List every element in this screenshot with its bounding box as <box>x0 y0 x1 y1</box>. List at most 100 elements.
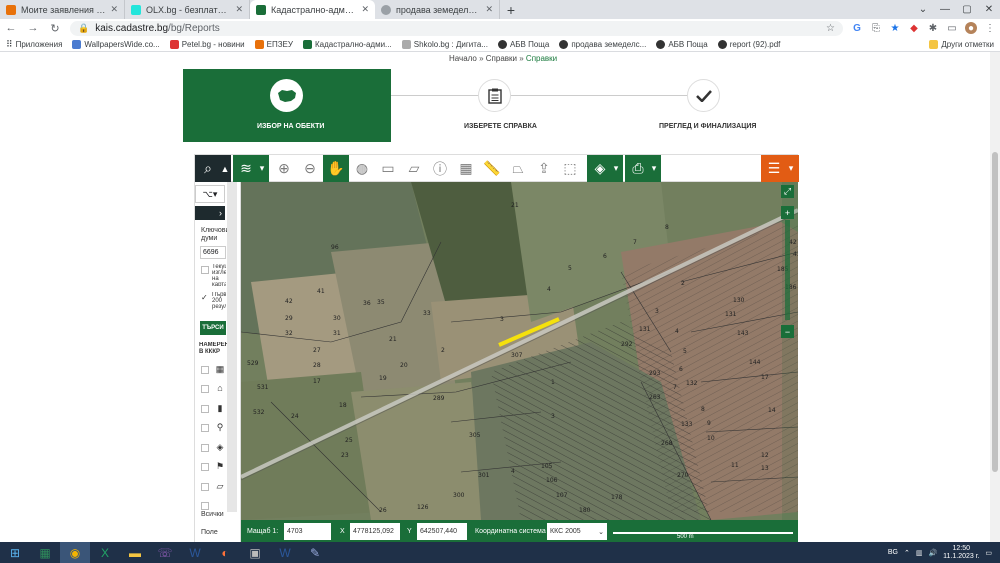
minimize-icon[interactable]: — <box>934 0 956 19</box>
tab-1[interactable]: OLX.bg - безплатни обяви ✕ <box>125 0 250 19</box>
building-home-icon[interactable]: ⌂ <box>214 383 226 393</box>
parcel-number-label[interactable]: 130 <box>733 297 744 304</box>
breadcrumb-reports[interactable]: Справки <box>486 54 517 63</box>
parcel-number-label[interactable]: 7 <box>633 239 637 246</box>
parcel-number-label[interactable]: 33 <box>423 310 431 317</box>
parcel-number-label[interactable]: 27 <box>313 347 321 354</box>
scale-input[interactable]: 4703 <box>284 523 331 540</box>
map-canvas[interactable]: 21 96 41 42 29 32 36 35 30 31 27 28 17 529 531 532 24 18 1… <box>241 182 798 542</box>
parcel-number-label[interactable]: 4 <box>547 286 551 293</box>
bookmark-item[interactable]: WallpapersWide.co... <box>72 39 160 49</box>
parcel-number-label[interactable]: 126 <box>417 504 428 511</box>
parcel-number-label[interactable]: 32 <box>285 330 293 337</box>
close-icon[interactable]: ✕ <box>485 4 493 15</box>
filter-checkbox[interactable] <box>201 424 209 432</box>
search-button[interactable]: ТЪРСИ <box>200 321 226 335</box>
bookmark-star-icon[interactable]: ☆ <box>826 23 835 34</box>
bookmark-item[interactable]: ЕПЗЕУ <box>254 39 293 49</box>
parcel-number-label[interactable]: 13 <box>761 465 769 472</box>
volume-icon[interactable]: 🔊 <box>928 549 937 557</box>
parcel-number-label[interactable]: 305 <box>469 432 480 439</box>
parcel-number-label[interactable]: 17 <box>313 378 321 385</box>
parcel-number-label[interactable]: 178 <box>611 494 622 501</box>
firefox-icon[interactable]: ◐ <box>210 542 240 563</box>
parcel-number-label[interactable]: 21 <box>511 202 519 209</box>
avatar[interactable]: ● <box>965 22 977 34</box>
bookmark-item[interactable]: report (92).pdf <box>717 39 780 49</box>
zoom-slider[interactable] <box>785 220 790 320</box>
parcel-number-label[interactable]: 3 <box>551 413 555 420</box>
parcel-number-label[interactable]: 2 <box>441 347 445 354</box>
parcel-number-label[interactable]: 30 <box>333 315 341 322</box>
parcel-number-label[interactable]: 529 <box>247 360 258 367</box>
checkmark-icon[interactable] <box>687 79 720 112</box>
info-icon[interactable]: ⓘ <box>427 155 453 182</box>
language-indicator[interactable]: BG <box>888 549 898 556</box>
close-icon[interactable]: ✕ <box>110 4 118 15</box>
maximize-icon[interactable]: ▢ <box>956 0 978 19</box>
parcel-number-label[interactable]: 18 <box>339 402 347 409</box>
parcel-number-label[interactable]: 5 <box>568 265 572 272</box>
parcel-number-label[interactable]: 17 <box>761 374 769 381</box>
parcel-number-label[interactable]: 268 <box>661 440 672 447</box>
panel-scrollbar[interactable] <box>227 182 237 512</box>
address-bar[interactable]: 🔒 kais.cadastre.bg/bg/Reports ☆ <box>70 20 843 36</box>
chrome-app-icon[interactable]: ◉ <box>60 542 90 563</box>
filter-checkbox[interactable] <box>201 385 209 393</box>
clipboard-icon[interactable] <box>478 79 511 112</box>
parcel-number-label[interactable]: 106 <box>546 477 557 484</box>
sidebar-icon[interactable]: ▭ <box>946 22 958 34</box>
paint-icon[interactable]: ✎ <box>300 542 330 563</box>
google-icon[interactable]: G <box>851 22 863 34</box>
parcel-number-label[interactable]: 26 <box>379 507 387 514</box>
fullscreen-icon[interactable]: ⤢ <box>781 185 794 198</box>
parcel-number-label[interactable]: 301 <box>478 472 489 479</box>
expand-panel-icon[interactable]: › <box>195 206 225 220</box>
scrollbar-thumb[interactable] <box>992 152 998 472</box>
select-area-icon[interactable]: ▱ <box>401 155 427 182</box>
word-icon[interactable]: W <box>270 542 300 563</box>
extension-icon[interactable]: ◆ <box>908 22 920 34</box>
notifications-icon[interactable]: ▭ <box>985 549 992 557</box>
filter-checkbox[interactable] <box>201 463 209 471</box>
current-view-checkbox[interactable] <box>201 266 209 274</box>
parcel-number-label[interactable]: 25 <box>345 437 353 444</box>
bookmark-item[interactable]: ⠿ Приложения <box>6 39 62 50</box>
parcel-number-label[interactable]: 24 <box>291 413 299 420</box>
parcel-number-label[interactable]: 143 <box>737 330 748 337</box>
filter-checkbox[interactable] <box>201 444 209 452</box>
new-tab-button[interactable]: + <box>500 0 522 19</box>
filter-checkbox[interactable] <box>201 366 209 374</box>
parcel-number-label[interactable]: 270 <box>677 472 688 479</box>
close-icon[interactable]: ✕ <box>235 4 243 15</box>
parcel-number-label[interactable]: 292 <box>621 341 632 348</box>
parcel-number-label[interactable]: 144 <box>749 359 760 366</box>
parcel-number-label[interactable]: 5 <box>683 348 687 355</box>
boundary-point-icon[interactable]: ⚑ <box>214 461 226 472</box>
puzzle-icon[interactable]: ✱ <box>927 22 939 34</box>
menu-icon[interactable]: ⋮ <box>984 22 996 34</box>
zoom-out-icon[interactable]: − <box>781 325 794 338</box>
excel-icon[interactable]: X <box>90 542 120 563</box>
parcel-number-label[interactable]: 20 <box>400 362 408 369</box>
parcel-number-label[interactable]: 29 <box>285 315 293 322</box>
filter-checkbox[interactable] <box>201 483 209 491</box>
lock-icon[interactable]: 🔒 <box>78 23 89 34</box>
parcel-number-label[interactable]: 2 <box>681 280 685 287</box>
media-icon[interactable]: ▣ <box>240 542 270 563</box>
other-bookmarks[interactable]: Други отметки <box>929 39 994 49</box>
layers-stack-icon[interactable]: ◈ <box>214 442 226 453</box>
chevron-up-icon[interactable]: ▲ <box>219 155 231 182</box>
parcel-number-label[interactable]: 8 <box>665 224 669 231</box>
parcel-number-label[interactable]: 42 <box>285 298 293 305</box>
chevron-down-icon[interactable]: ▾ <box>647 155 661 182</box>
location-pin-icon[interactable]: ⚲ <box>214 422 226 433</box>
parcel-number-label[interactable]: 35 <box>377 299 385 306</box>
windows-start-icon[interactable]: ⊞ <box>0 542 30 563</box>
crs-select[interactable]: ККС 2005 ⌄ <box>547 523 607 540</box>
viber-icon[interactable]: ☏ <box>150 542 180 563</box>
parcel-number-label[interactable]: 531 <box>257 384 268 391</box>
measure-area-icon[interactable]: ⏢ <box>505 155 531 182</box>
excel-app-icon[interactable]: ▦ <box>30 542 60 563</box>
parcel-number-label[interactable]: 23 <box>341 452 349 459</box>
